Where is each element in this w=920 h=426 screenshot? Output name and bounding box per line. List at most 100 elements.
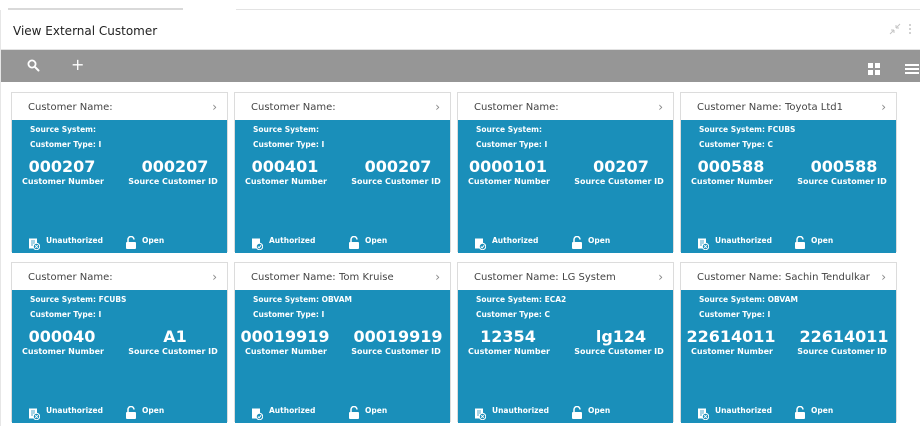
- source-system-value: FCUBS: [98, 295, 127, 304]
- customer-name-label: Customer Name:: [251, 272, 336, 283]
- customer-number-value: 000207: [28, 157, 96, 176]
- customer-number-value: 000040: [28, 327, 96, 346]
- card-status-row: Unauthorized Open: [12, 229, 227, 253]
- source-system-value: OBVAM: [321, 295, 352, 304]
- customer-type: Customer Type: I: [30, 140, 101, 149]
- search-icon[interactable]: [26, 58, 42, 74]
- customer-name-label: Customer Name:: [28, 272, 113, 283]
- source-system-value: ECA2: [544, 295, 567, 304]
- customer-type: Customer Type: I: [699, 310, 770, 319]
- customer-type: Customer Type: I: [253, 310, 324, 319]
- unlock-icon: [348, 234, 360, 249]
- source-system-label: Source System:: [30, 125, 96, 134]
- source-system-value: FCUBS: [767, 125, 796, 134]
- source-customer-id-value: 000207: [364, 157, 432, 176]
- card-body: Source System: OBVAM Customer Type: I 2261…: [681, 290, 896, 423]
- authorization-status: Authorized: [269, 236, 316, 245]
- customer-number-label: Customer Number: [22, 177, 104, 186]
- authorization-status: Unauthorized: [46, 236, 103, 245]
- source-system: Source System:: [476, 125, 542, 134]
- source-customer-id-label: Source Customer ID: [128, 347, 218, 356]
- chevron-right-icon[interactable]: ›: [435, 100, 440, 114]
- customer-number-label: Customer Number: [22, 347, 104, 356]
- authorization-status-icon: [28, 235, 41, 251]
- authorization-status: Authorized: [492, 236, 539, 245]
- customer-type-value: I: [98, 140, 102, 149]
- authorization-status-icon: [474, 405, 487, 421]
- customer-type: Customer Type: C: [699, 140, 773, 149]
- close-icon[interactable]: [907, 22, 913, 39]
- chevron-right-icon[interactable]: ›: [212, 270, 217, 284]
- authorization-status-icon: [28, 405, 41, 421]
- customer-number-value: 0000101: [469, 157, 547, 176]
- customer-card[interactable]: Customer Name: › Source System: FCUBS Custo…: [11, 262, 228, 423]
- source-system-label: Source System:: [253, 295, 319, 304]
- list-view-icon[interactable]: [905, 60, 919, 74]
- customer-name-label: Customer Name:: [474, 272, 559, 283]
- customer-card[interactable]: Customer Name: › Source System: Customer T…: [457, 92, 674, 253]
- source-customer-id-value: 00207: [593, 157, 649, 176]
- card-header: Customer Name: Tom Kruise ›: [235, 263, 450, 290]
- unlock-icon: [125, 404, 137, 419]
- source-system-label: Source System:: [253, 125, 319, 134]
- customer-number-value: 00019919: [240, 327, 330, 346]
- card-header: Customer Name: Toyota Ltd1 ›: [681, 93, 896, 120]
- customer-number-label: Customer Number: [245, 177, 327, 186]
- record-status: Open: [588, 406, 611, 415]
- chevron-right-icon[interactable]: ›: [435, 270, 440, 284]
- customer-type-label: Customer Type:: [699, 310, 765, 319]
- record-status: Open: [811, 236, 834, 245]
- authorization-status-icon: [697, 235, 710, 251]
- source-system: Source System: OBVAM: [253, 295, 352, 304]
- card-body: Source System: Customer Type: I 000401 000…: [235, 120, 450, 253]
- customer-card[interactable]: Customer Name: › Source System: Customer T…: [11, 92, 228, 253]
- source-system-label: Source System:: [699, 125, 765, 134]
- customer-number-value: 22614011: [686, 327, 776, 346]
- add-button[interactable]: +: [71, 55, 84, 75]
- grid-view-icon[interactable]: [868, 60, 880, 75]
- unlock-icon: [571, 234, 583, 249]
- card-body: Source System: Customer Type: I 000207 000…: [12, 120, 227, 253]
- source-customer-id-value: 22614011: [799, 327, 889, 346]
- window-controls: [889, 22, 915, 36]
- customer-card[interactable]: Customer Name: LG System › Source System: E…: [457, 262, 674, 423]
- unlock-icon: [348, 404, 360, 419]
- card-status-row: Authorized Open: [458, 229, 673, 253]
- card-body: Source System: OBVAM Customer Type: I 0001…: [235, 290, 450, 423]
- customer-type-label: Customer Type:: [30, 310, 96, 319]
- card-body: Source System: FCUBS Customer Type: C 0005…: [681, 120, 896, 253]
- authorization-status: Unauthorized: [492, 406, 549, 415]
- customer-card[interactable]: Customer Name: Toyota Ltd1 › Source System:…: [680, 92, 897, 253]
- customer-card[interactable]: Customer Name: › Source System: Customer T…: [234, 92, 451, 253]
- customer-name-label: Customer Name:: [697, 102, 782, 113]
- customer-type-label: Customer Type:: [30, 140, 96, 149]
- chevron-right-icon[interactable]: ›: [658, 100, 663, 114]
- source-customer-id-value: 000588: [810, 157, 878, 176]
- chevron-right-icon[interactable]: ›: [881, 100, 886, 114]
- customer-name-value: Tom Kruise: [339, 272, 394, 283]
- customer-type: Customer Type: I: [253, 140, 324, 149]
- source-customer-id-label: Source Customer ID: [574, 347, 664, 356]
- card-body: Source System: ECA2 Customer Type: C 12354…: [458, 290, 673, 423]
- customer-card[interactable]: Customer Name: Sachin Tendulkar › Source Sy…: [680, 262, 897, 423]
- source-customer-id-label: Source Customer ID: [351, 177, 441, 186]
- customer-card[interactable]: Customer Name: Tom Kruise › Source System: …: [234, 262, 451, 423]
- chevron-right-icon[interactable]: ›: [658, 270, 663, 284]
- customer-name-value: Toyota Ltd1: [785, 102, 843, 113]
- chevron-right-icon[interactable]: ›: [212, 100, 217, 114]
- chevron-right-icon[interactable]: ›: [881, 270, 886, 284]
- source-system-label: Source System:: [476, 125, 542, 134]
- card-body: Source System: FCUBS Customer Type: I 0000…: [12, 290, 227, 423]
- customer-number-label: Customer Number: [245, 347, 327, 356]
- customer-name-value: LG System: [562, 272, 616, 283]
- unlock-icon: [571, 404, 583, 419]
- source-system: Source System: FCUBS: [30, 295, 126, 304]
- customer-type-label: Customer Type:: [476, 140, 542, 149]
- source-customer-id-label: Source Customer ID: [797, 177, 887, 186]
- record-status: Open: [365, 406, 388, 415]
- customer-type: Customer Type: C: [476, 310, 550, 319]
- minimize-icon[interactable]: [889, 23, 901, 35]
- customer-number-label: Customer Number: [691, 347, 773, 356]
- card-header: Customer Name: ›: [12, 263, 227, 290]
- authorization-status-icon: [697, 405, 710, 421]
